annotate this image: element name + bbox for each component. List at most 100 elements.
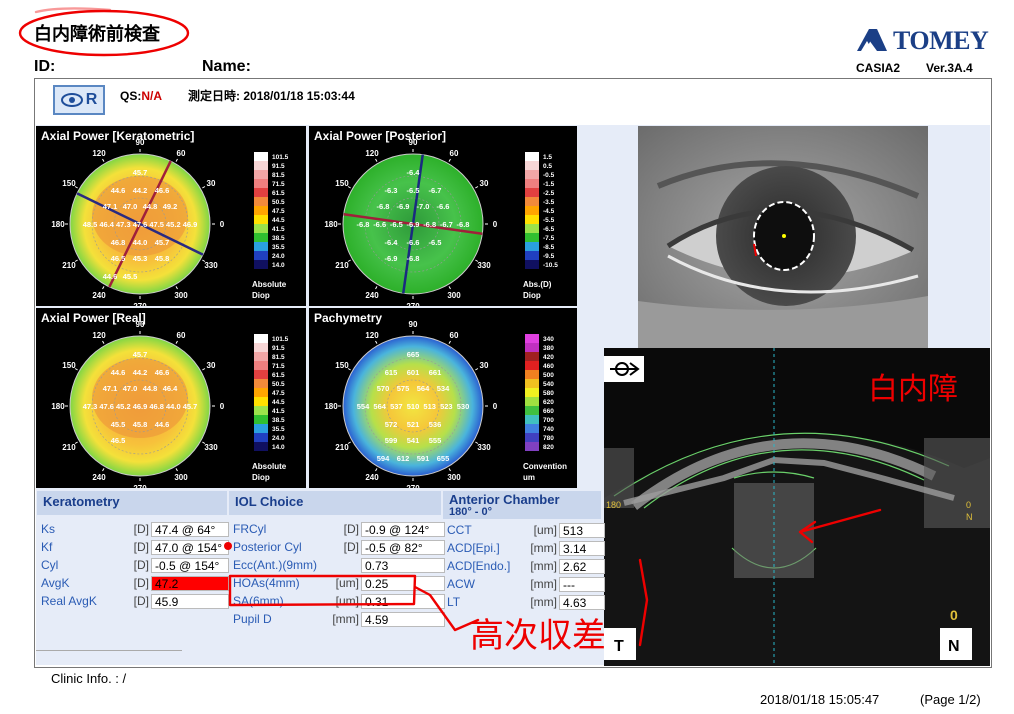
- map-pachymetry[interactable]: 90 120 60 150 30 180 0 210 330 240 300 270 665 615 601…: [309, 308, 577, 488]
- row-value: 47.2: [151, 575, 229, 591]
- axis-angle-label: 270: [406, 484, 420, 488]
- iol-header: IOL Choice: [229, 491, 441, 515]
- map-value-label: 44.6: [103, 272, 118, 281]
- eye-side-label: R: [85, 91, 98, 108]
- axis-angle-label: 60: [450, 331, 459, 340]
- color-scale-swatch: [254, 152, 268, 161]
- color-scale-label: -9.5: [543, 253, 555, 260]
- map-axial-posterior[interactable]: 9012060150301800210330240300270-6.4-6.3-…: [309, 126, 577, 306]
- color-scale-swatch: [254, 442, 268, 451]
- anterior-eye-photo[interactable]: [638, 126, 928, 348]
- color-scale-swatch: [525, 251, 539, 260]
- measure-datetime-value: 2018/01/18 15:03:44: [243, 89, 355, 103]
- color-scale-swatch: [254, 242, 268, 251]
- color-scale-swatch: [525, 224, 539, 233]
- table-row: FRCyl [D] -0.9 @ 124°: [229, 520, 445, 538]
- axis-angle-label: 0: [220, 220, 225, 229]
- color-scale-swatch: [525, 370, 539, 379]
- axis-angle-label: 330: [477, 443, 491, 452]
- map-value-label: 45.7: [155, 238, 170, 247]
- axis-angle-label: 240: [365, 473, 379, 482]
- color-scale-swatch: [525, 260, 539, 269]
- color-scale-swatch: [254, 260, 268, 269]
- color-scale-swatch: [254, 233, 268, 242]
- map-value-label: 521: [407, 420, 420, 429]
- row-unit: [mm]: [530, 595, 557, 609]
- row-unit: [mm]: [530, 559, 557, 573]
- color-scale-label: 38.5: [272, 235, 285, 242]
- row-value: 47.4 @ 64°: [151, 521, 229, 537]
- map-value-label: 47.1: [103, 384, 118, 393]
- map-value-label: 665: [407, 350, 420, 359]
- qs-value: N/A: [141, 89, 163, 103]
- color-scale-label: 47.5: [272, 390, 285, 397]
- axis-angle-label: 240: [365, 291, 379, 300]
- map-value-label: -6.8: [407, 254, 420, 263]
- color-scale-label: 91.5: [272, 163, 285, 170]
- row-label: Ecc(Ant.)(9mm): [233, 558, 317, 572]
- axis-angle-label: 240: [92, 291, 106, 300]
- axis-angle-label: 150: [62, 179, 76, 188]
- eye-side-badge[interactable]: R: [53, 85, 105, 115]
- map-title: Axial Power [Real]: [41, 311, 146, 325]
- axis-angle-label: 30: [207, 179, 216, 188]
- table-row: ACD[Epi.] [mm] 3.14: [443, 539, 605, 557]
- map-value-label: 44.8: [143, 202, 158, 211]
- clinic-info: Clinic Info. : /: [51, 671, 127, 686]
- map-value-label: 44.2: [133, 186, 148, 195]
- map-title: Axial Power [Posterior]: [314, 129, 447, 143]
- map-axial-real[interactable]: 901206015030180021033024030027045.744.64…: [36, 308, 306, 488]
- map-value-label: 46.4: [99, 220, 114, 229]
- row-value: 0.73: [361, 557, 445, 573]
- axis-angle-label: 60: [450, 149, 459, 158]
- map-value-label: 44.6: [155, 420, 170, 429]
- color-scale-swatch: [254, 251, 268, 260]
- color-scale-swatch: [254, 170, 268, 179]
- map-value-label: 46.8: [149, 402, 164, 411]
- map-value-label: 615: [385, 368, 398, 377]
- map-value-label: 48.5: [83, 220, 98, 229]
- axis-angle-label: 240: [92, 473, 106, 482]
- color-scale-swatch: [525, 206, 539, 215]
- axis-angle-label: 0: [220, 402, 225, 411]
- row-unit: [D]: [133, 540, 149, 554]
- map-value-label: 510: [407, 402, 420, 411]
- map-unit-label: Absolute: [252, 280, 287, 289]
- row-unit: [mm]: [332, 612, 359, 626]
- color-scale-swatch: [525, 215, 539, 224]
- map-value-label: 564: [373, 402, 386, 411]
- color-scale-swatch: [254, 406, 268, 415]
- map-value-label: 530: [457, 402, 470, 411]
- axis-angle-label: 300: [174, 291, 188, 300]
- color-scale-swatch: [525, 343, 539, 352]
- color-scale-label: 1.5: [543, 154, 552, 161]
- row-label: FRCyl: [233, 522, 267, 536]
- axis-angle-label: 210: [335, 443, 349, 452]
- report-title: 白内障術前検査: [34, 24, 160, 44]
- map-value-label: -6.7: [440, 220, 453, 229]
- map-value-label: -6.9: [397, 202, 410, 211]
- anterior-subtitle: 180° - 0°: [449, 506, 493, 518]
- color-scale-label: 35.5: [272, 244, 285, 251]
- map-value-label: 594: [377, 454, 390, 463]
- color-scale-swatch: [525, 406, 539, 415]
- map-value-label: 534: [437, 384, 450, 393]
- color-scale-swatch: [254, 370, 268, 379]
- table-row: CCT [um] 513: [443, 521, 605, 539]
- anterior-header: Anterior Chamber 180° - 0°: [443, 491, 601, 519]
- map-value-label: -6.4: [407, 168, 421, 177]
- color-scale-swatch: [254, 424, 268, 433]
- map-value-label: -6.8: [457, 220, 470, 229]
- map-value-label: 45.5: [111, 420, 126, 429]
- map-value-label: 44.2: [133, 368, 148, 377]
- map-value-label: 575: [397, 384, 410, 393]
- axis-angle-label: 330: [204, 261, 218, 270]
- color-scale-label: 71.5: [272, 181, 285, 188]
- color-scale-label: 24.0: [272, 253, 285, 260]
- row-unit: [D]: [133, 576, 149, 590]
- color-scale-label: -5.5: [543, 217, 555, 224]
- color-scale-label: -4.5: [543, 208, 555, 215]
- row-label: CCT: [447, 523, 472, 537]
- table-row: SA(6mm) [um] 0.31: [229, 592, 445, 610]
- map-axial-keratometric[interactable]: 901206015030180021033024030027045.744.64…: [36, 126, 306, 306]
